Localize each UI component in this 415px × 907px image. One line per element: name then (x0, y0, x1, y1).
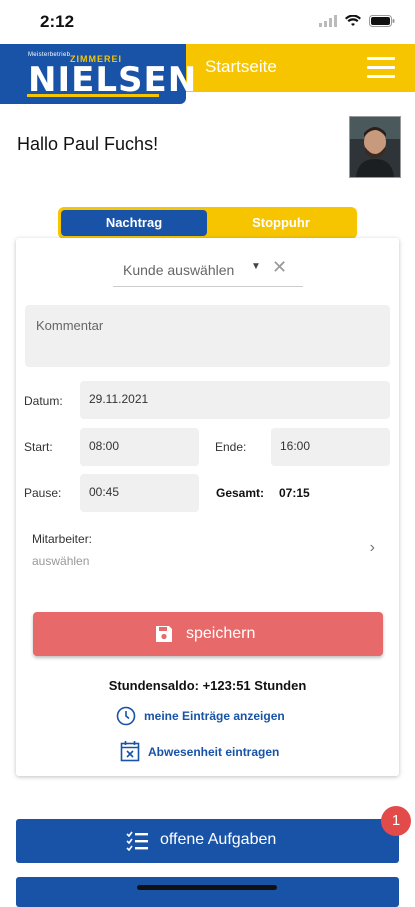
end-time-value: 16:00 (280, 439, 311, 453)
customer-select[interactable]: Kunde auswählen ▼ ✕ (113, 257, 303, 287)
open-tasks-label: offene Aufgaben (160, 831, 277, 848)
absence-link[interactable]: Abwesenheit eintragen (148, 745, 279, 759)
logo-main-text: NIELSEN (28, 60, 198, 100)
total-value: 07:15 (279, 486, 310, 500)
greeting-text: Hallo Paul Fuchs! (17, 134, 159, 154)
battery-icon (369, 14, 395, 32)
caret-down-icon: ▼ (251, 261, 261, 272)
comment-placeholder: Kommentar (36, 318, 104, 333)
status-bar: 2:12 (0, 0, 415, 44)
start-time-value: 08:00 (89, 439, 120, 453)
employee-value: auswählen (32, 554, 90, 568)
company-logo: Meisterbetrieb ZIMMEREI NIELSEN (0, 44, 196, 104)
status-time: 2:12 (40, 12, 75, 31)
end-label: Ende: (215, 440, 247, 454)
clock-icon (116, 706, 136, 731)
avatar[interactable] (349, 116, 401, 178)
task-list-icon (126, 831, 148, 852)
pause-field[interactable]: 00:45 (80, 474, 199, 512)
tab-stoppuhr[interactable]: Stoppuhr (208, 210, 354, 236)
my-entries-link[interactable]: meine Einträge anzeigen (144, 709, 285, 723)
customer-select-label: Kunde auswählen (123, 262, 235, 278)
app-header: Meisterbetrieb ZIMMEREI NIELSEN Startsei… (0, 44, 415, 104)
date-value: 29.11.2021 (89, 392, 149, 406)
employee-select[interactable]: Mitarbeiter: auswählen › (16, 524, 399, 574)
logo-subtitle: Meisterbetrieb (28, 52, 71, 58)
tasks-count-badge: 1 (381, 806, 411, 836)
signal-icon (319, 14, 337, 32)
mode-tabs: Nachtrag Stoppuhr (58, 207, 357, 239)
comment-field[interactable]: Kommentar (25, 305, 390, 367)
hamburger-menu-icon[interactable] (367, 57, 395, 79)
clear-icon[interactable]: ✕ (272, 257, 287, 278)
status-icons (319, 14, 395, 32)
pause-value: 00:45 (89, 485, 120, 499)
next-action-button[interactable] (16, 877, 399, 907)
open-tasks-button[interactable]: offene Aufgaben (16, 819, 399, 863)
save-button[interactable]: speichern (33, 612, 383, 656)
start-time-field[interactable]: 08:00 (80, 428, 199, 466)
date-label: Datum: (24, 394, 63, 408)
pause-label: Pause: (24, 486, 62, 500)
date-field[interactable]: 29.11.2021 (80, 381, 390, 419)
page-title: Startseite (205, 57, 277, 76)
logo-stripe (27, 94, 159, 97)
chevron-right-icon: › (369, 539, 375, 556)
tab-nachtrag[interactable]: Nachtrag (61, 210, 207, 236)
total-label: Gesamt: (216, 486, 265, 500)
home-indicator (137, 885, 277, 890)
employee-label: Mitarbeiter: (32, 532, 93, 546)
calendar-x-icon (120, 740, 140, 767)
wifi-icon (345, 14, 361, 32)
end-time-field[interactable]: 16:00 (271, 428, 390, 466)
save-icon (154, 624, 174, 644)
save-button-label: speichern (186, 625, 256, 642)
hours-balance: Stundensaldo: +123:51 Stunden (108, 678, 307, 693)
start-label: Start: (24, 440, 53, 454)
entry-form-card: Kunde auswählen ▼ ✕ Kommentar Datum: 29.… (16, 238, 399, 776)
